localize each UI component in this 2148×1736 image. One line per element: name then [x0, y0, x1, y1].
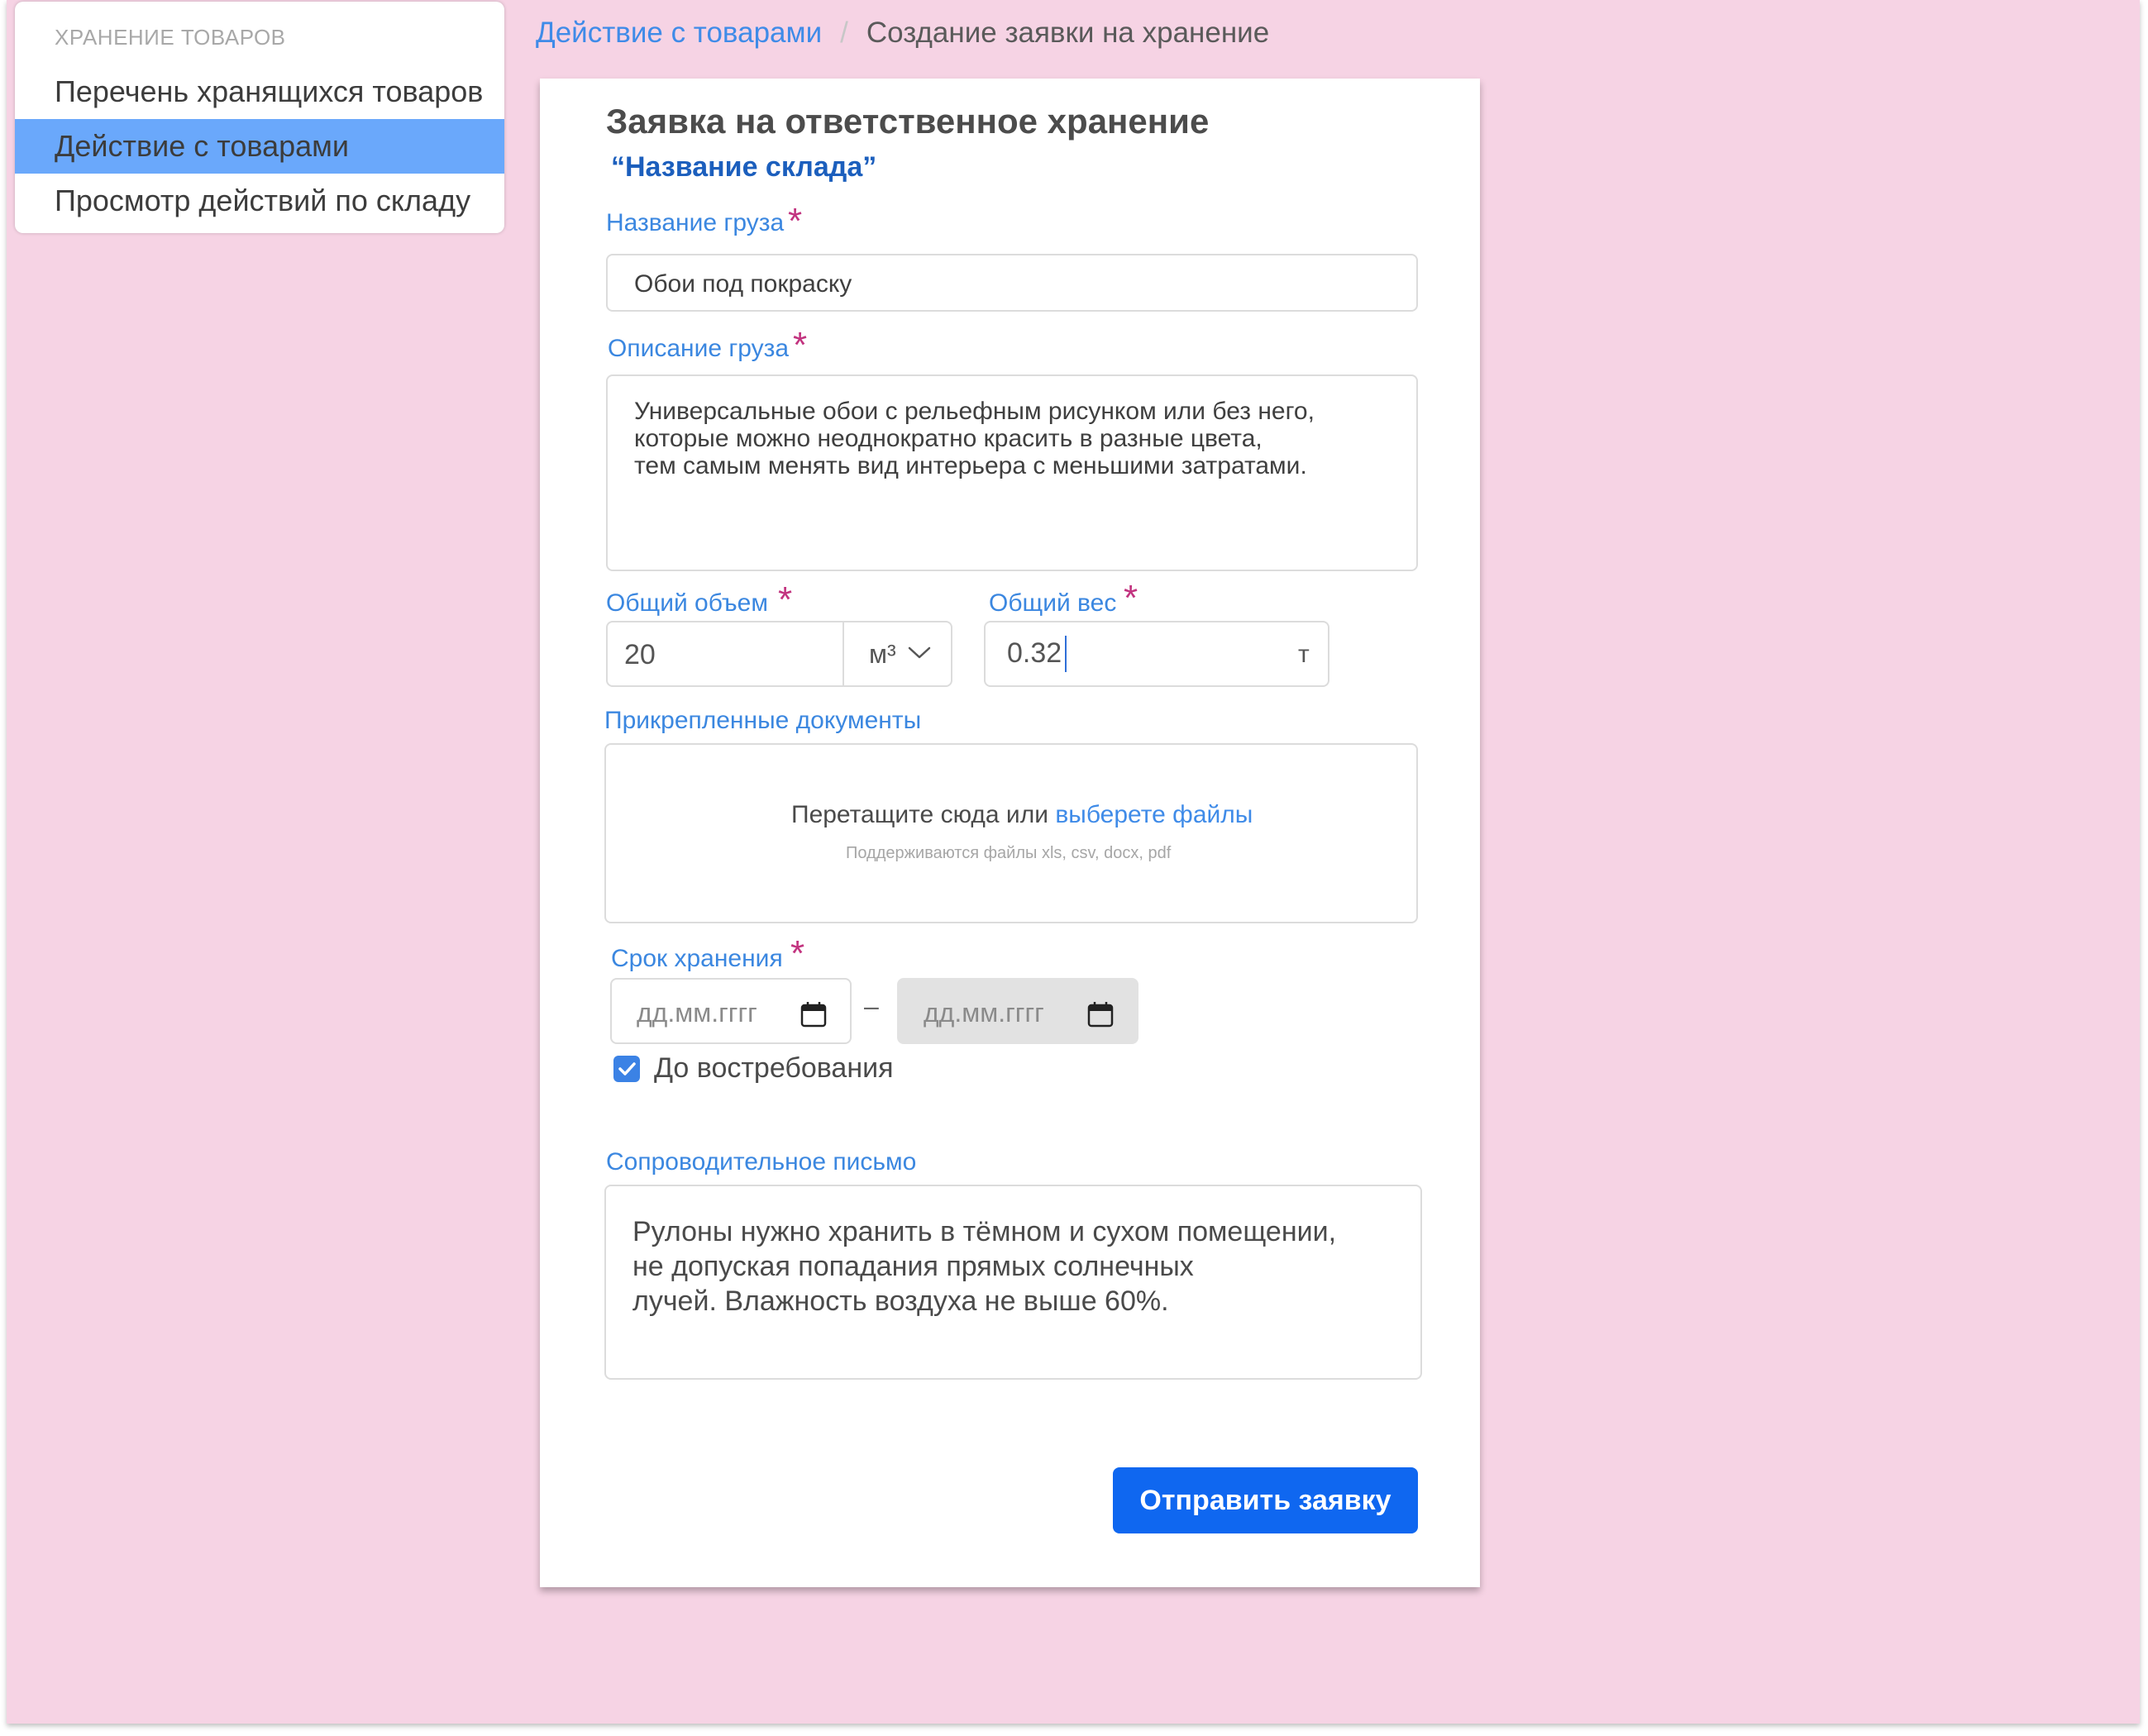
volume-unit: м³ — [869, 639, 896, 669]
required-mark: * — [790, 933, 805, 974]
cargo-description-label: Описание груза — [608, 335, 790, 362]
sidebar-item-goods-actions[interactable]: Действие с товарами — [15, 119, 504, 174]
calendar-icon[interactable] — [800, 1001, 827, 1028]
cargo-name-label: Название груза — [606, 209, 785, 236]
submit-request-button[interactable]: Отправить заявку — [1113, 1467, 1418, 1533]
chevron-down-icon — [908, 646, 931, 659]
required-mark: * — [778, 579, 793, 620]
select-files-link[interactable]: выберете файлы — [1055, 801, 1253, 828]
documents-label: Прикрепленные документы — [604, 707, 922, 734]
breadcrumb-current: Создание заявки на хранение — [866, 17, 1270, 49]
cover-letter-textarea[interactable]: Рулоны нужно хранить в тёмном и сухом по… — [604, 1185, 1422, 1380]
cover-letter-value: Рулоны нужно хранить в тёмном и сухом по… — [632, 1216, 1337, 1317]
breadcrumb-separator: / — [840, 17, 848, 49]
weight-label: Общий вес — [989, 589, 1117, 617]
breadcrumb-parent-link[interactable]: Действие с товарами — [536, 17, 822, 49]
calendar-icon[interactable] — [1087, 1001, 1114, 1028]
start-date-input[interactable]: дд.мм.гггг — [610, 978, 852, 1044]
volume-input-group: 20 м³ — [606, 621, 952, 687]
weight-value: 0.32 — [1007, 637, 1062, 669]
warehouse-name: “Название склада” — [611, 151, 877, 183]
text-cursor — [1065, 636, 1067, 672]
page-background: ХРАНЕНИЕ ТОВАРОВ Перечень хранящихся тов… — [7, 0, 2140, 1724]
checkmark-icon — [618, 1062, 636, 1075]
volume-value[interactable]: 20 — [624, 639, 656, 671]
breadcrumb: Действие с товарами / Создание заявки на х… — [536, 17, 1269, 50]
end-date-input[interactable]: дд.мм.гггг — [897, 978, 1138, 1044]
cargo-description-textarea[interactable]: Универсальные обои с рельефным рисунком … — [606, 374, 1418, 571]
required-mark: * — [1124, 578, 1138, 618]
weight-input[interactable]: 0.32 т — [984, 621, 1329, 687]
until-demand-checkbox[interactable] — [613, 1056, 640, 1082]
volume-unit-select[interactable]: м³ — [844, 622, 951, 685]
sidebar-item-stored-goods[interactable]: Перечень хранящихся товаров — [15, 64, 504, 119]
cargo-description-value: Универсальные обои с рельефным рисунком … — [634, 398, 1315, 479]
storage-request-form: Заявка на ответственное хранение “Назван… — [540, 79, 1480, 1587]
cover-letter-label: Сопроводительное письмо — [606, 1148, 917, 1176]
storage-period-label: Срок хранения — [611, 945, 783, 972]
required-mark: * — [788, 201, 803, 241]
cargo-name-value: Обои под покраску — [634, 270, 852, 298]
dropzone-text: Перетащите сюда или выберете файлы — [791, 801, 1253, 828]
cargo-name-input[interactable]: Обои под покраску — [606, 254, 1418, 312]
sidebar: ХРАНЕНИЕ ТОВАРОВ Перечень хранящихся тов… — [15, 2, 504, 233]
until-demand-label[interactable]: До востребования — [654, 1052, 894, 1085]
required-mark: * — [793, 325, 808, 365]
volume-label: Общий объем — [606, 589, 768, 617]
end-date-placeholder: дд.мм.гггг — [924, 998, 1044, 1028]
form-title: Заявка на ответственное хранение — [606, 102, 1210, 141]
sidebar-section-title: ХРАНЕНИЕ ТОВАРОВ — [55, 25, 286, 50]
sidebar-item-warehouse-actions[interactable]: Просмотр действий по складу — [15, 174, 504, 228]
date-range-dash: – — [864, 991, 879, 1021]
weight-unit: т — [1298, 641, 1310, 668]
start-date-placeholder: дд.мм.гггг — [637, 998, 757, 1028]
supported-files-hint: Поддерживаются файлы xls, csv, docx, pdf — [846, 844, 1172, 862]
documents-dropzone[interactable]: Перетащите сюда или выберете файлы Подде… — [604, 743, 1418, 923]
